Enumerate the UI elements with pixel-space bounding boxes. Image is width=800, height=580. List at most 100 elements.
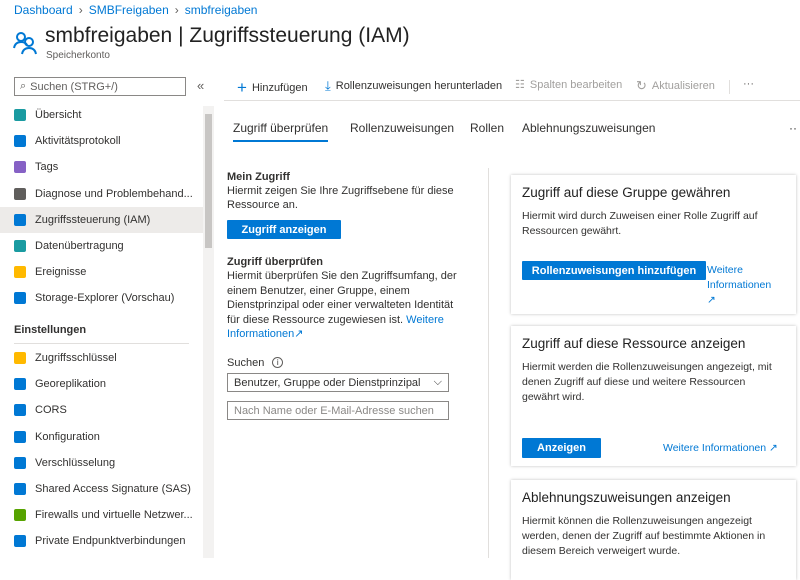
sidebar-item-icon xyxy=(14,378,26,391)
sidebar-item-label: Tags xyxy=(35,161,59,174)
name-email-search-input[interactable]: Nach Name oder E-Mail-Adresse suchen xyxy=(227,401,449,420)
sidebar-item[interactable]: CORS xyxy=(0,397,203,423)
check-access-title: Zugriff überprüfen xyxy=(227,256,323,268)
sidebar-item-label: Konfiguration xyxy=(35,430,100,443)
sidebar-item-label: CORS xyxy=(35,404,67,417)
download-label: Rollenzuweisungen herunterladen xyxy=(335,80,503,92)
download-role-assignments-button[interactable]: ⤓ Rollenzuweisungen herunterladen xyxy=(325,78,502,94)
input-placeholder: Nach Name oder E-Mail-Adresse suchen xyxy=(234,404,434,417)
tab-rollenzuweisungen[interactable]: Rollenzuweisungen xyxy=(350,121,454,135)
page-subtitle: Speicherkonto xyxy=(46,50,110,61)
sidebar-item-icon xyxy=(14,535,26,548)
toolbar-divider-line xyxy=(224,100,800,101)
breadcrumb-smbfreigaben[interactable]: smbfreigaben xyxy=(185,3,258,17)
breadcrumb: Dashboard › SMBFreigaben › smbfreigaben xyxy=(14,3,257,17)
sidebar-item-label: Georeplikation xyxy=(35,378,106,391)
sidebar-item-label: Firewalls und virtuelle Netzwer... xyxy=(35,509,193,522)
sidebar-item-label: Zugriffsschlüssel xyxy=(35,352,117,364)
sidebar-item[interactable]: Georeplikation xyxy=(0,371,203,397)
search-placeholder: Suchen (STRG+/) xyxy=(30,80,118,93)
section-einstellungen: Einstellungen xyxy=(14,324,87,336)
edit-columns-button[interactable]: ☷ Spalten bearbeiten xyxy=(515,78,623,92)
sidebar-item-label: Shared Access Signature (SAS) xyxy=(35,483,191,495)
view-my-access-button[interactable]: Zugriff anzeigen xyxy=(227,220,341,239)
sidebar-item-label: Verschlüsselung xyxy=(35,456,116,469)
my-access-text: Hiermit zeigen Sie Ihre Zugriffsebene fü… xyxy=(227,185,454,211)
collapse-sidebar-button[interactable]: « xyxy=(197,78,204,93)
view-button[interactable]: Anzeigen xyxy=(522,438,601,458)
toolbar-divider xyxy=(729,80,730,94)
more-button[interactable]: ··· xyxy=(743,78,754,90)
sidebar-item[interactable]: Tags xyxy=(0,154,203,180)
scrollbar-thumb[interactable] xyxy=(205,114,212,248)
sidebar-item-label: Private Endpunktverbindungen xyxy=(35,535,186,548)
plus-icon: + xyxy=(237,78,247,97)
sidebar-item[interactable]: Ereignisse xyxy=(0,259,203,285)
sidebar-item-label: Übersicht xyxy=(35,109,82,121)
sidebar-item-icon xyxy=(14,187,26,200)
divider xyxy=(14,343,189,344)
info-icon[interactable]: i xyxy=(272,357,284,368)
sidebar-item-icon xyxy=(14,213,26,226)
sidebar-item-icon xyxy=(14,404,26,417)
sidebar-item[interactable]: Private Endpunktverbindungen xyxy=(0,528,203,554)
sidebar-item-label: Storage-Explorer (Vorschau) xyxy=(35,292,175,305)
deny-assignments-card: Ablehnungszuweisungen anzeigen Hiermit k… xyxy=(511,480,796,580)
learn-more-link[interactable]: Weitere Informationen xyxy=(663,442,766,454)
external-link-icon: ↗ xyxy=(294,328,304,340)
tabs-more-button[interactable]: ·· xyxy=(789,121,797,135)
sidebar-item[interactable]: Zugriffsschlüssel xyxy=(0,345,203,371)
page-title: smbfreigaben | Zugriffssteuerung (IAM) xyxy=(45,24,410,47)
refresh-button[interactable]: ↻ Aktualisieren xyxy=(636,78,715,94)
sidebar-item-label: Ereignisse xyxy=(35,266,87,279)
sidebar-item-label: Datenübertragung xyxy=(35,240,124,252)
sidebar-search-input[interactable]: ⌕ Suchen (STRG+/) xyxy=(14,77,186,96)
external-link-icon: ↗ xyxy=(769,442,778,454)
learn-more-link[interactable]: Weitere Informationen xyxy=(707,264,771,291)
sidebar-item[interactable]: Übersicht xyxy=(0,102,203,128)
add-button[interactable]: + Hinzufügen xyxy=(237,78,308,98)
tab-rollen[interactable]: Rollen xyxy=(470,121,504,135)
check-access-text: Hiermit überprüfen Sie den Zugriffsumfan… xyxy=(227,269,459,342)
sidebar-item-icon xyxy=(14,266,26,279)
refresh-icon: ↻ xyxy=(636,78,647,93)
breadcrumb-smbfreigaben-group[interactable]: SMBFreigaben xyxy=(89,3,169,17)
my-access-title: Mein Zugriff xyxy=(227,171,290,183)
sidebar-item[interactable]: Aktivitätsprotokoll xyxy=(0,128,203,154)
sidebar-item-icon xyxy=(14,509,26,522)
tab-ablehnungszuweisungen[interactable]: Ablehnungszuweisungen xyxy=(522,121,655,135)
sidebar-item-icon xyxy=(14,352,26,364)
breadcrumb-dashboard[interactable]: Dashboard xyxy=(14,3,73,17)
download-icon: ⤓ xyxy=(325,78,331,93)
search-icon: ⌕ xyxy=(20,80,27,92)
tab-zugriff-ueberpruefen[interactable]: Zugriff überprüfen xyxy=(233,121,329,142)
sidebar-item[interactable]: Verschlüsselung xyxy=(0,450,203,476)
columns-label: Spalten bearbeiten xyxy=(529,78,623,91)
iam-users-icon xyxy=(13,32,37,55)
card-text: Hiermit können die Rollenzuweisungen ang… xyxy=(522,515,766,557)
columns-icon: ☷ xyxy=(515,79,525,91)
card-title: Ablehnungszuweisungen anzeigen xyxy=(522,490,731,505)
chevron-right-icon: › xyxy=(78,3,83,17)
add-role-assignment-button[interactable]: Rollenzuweisungen hinzufügen xyxy=(522,261,706,280)
sidebar-item[interactable]: Datenübertragung xyxy=(0,233,203,259)
view-access-card: Zugriff auf diese Ressource anzeigen Hie… xyxy=(511,326,796,466)
sidebar-item[interactable]: Zugriffssteuerung (IAM) xyxy=(0,206,203,233)
sidebar-item[interactable]: Diagnose und Problembehand... xyxy=(0,181,203,207)
principal-type-select[interactable]: Benutzer, Gruppe oder Dienstprinzipal ⌵ xyxy=(227,373,449,392)
sidebar-item[interactable]: Shared Access Signature (SAS) xyxy=(0,476,203,502)
chevron-right-icon: › xyxy=(174,3,179,17)
sidebar-item-icon xyxy=(14,292,26,305)
sidebar-item-icon xyxy=(14,135,26,148)
search-label-row: Suchen i xyxy=(227,357,284,369)
sidebar-item[interactable]: Storage-Explorer (Vorschau) xyxy=(0,285,203,311)
search-label: Suchen xyxy=(227,357,265,369)
refresh-label: Aktualisieren xyxy=(651,80,715,92)
add-label: Hinzufügen xyxy=(251,82,308,94)
sidebar-item[interactable]: Konfiguration xyxy=(0,424,203,450)
sidebar-item-icon xyxy=(14,161,26,174)
card-text: Hiermit wird durch Zuweisen einer Rolle … xyxy=(522,210,758,237)
grant-access-card: Zugriff auf diese Gruppe gewähren Hiermi… xyxy=(511,175,796,314)
sidebar-item[interactable]: Firewalls und virtuelle Netzwer... xyxy=(0,502,203,528)
sidebar-item-icon xyxy=(14,240,26,252)
